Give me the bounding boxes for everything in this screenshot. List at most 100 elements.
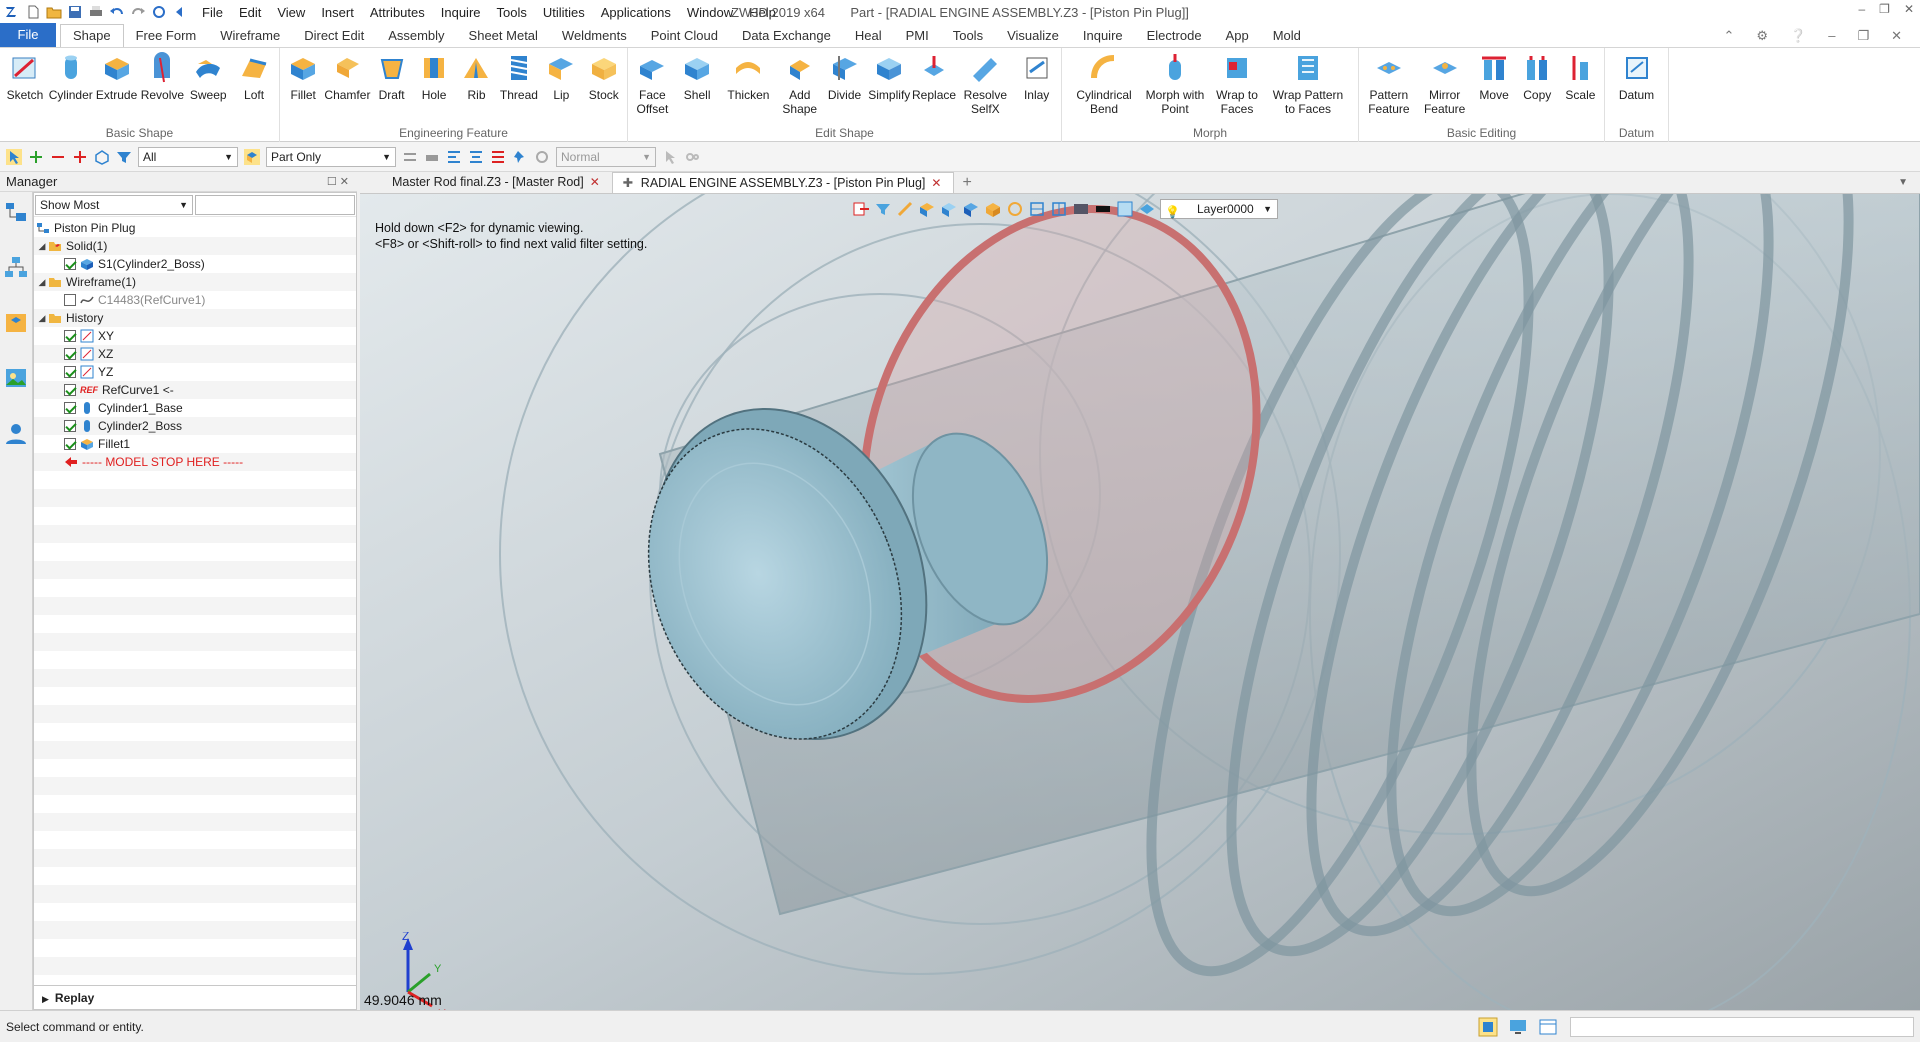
align-icon[interactable] [402, 149, 418, 165]
visibility-checkbox[interactable] [64, 402, 76, 414]
help-icon[interactable]: ❔ [1790, 28, 1806, 44]
tree-item-fillet[interactable]: Fillet1 [34, 435, 356, 453]
visibility-checkbox[interactable] [64, 384, 76, 396]
show-filter-select[interactable]: Show Most ▼ [35, 195, 193, 215]
tree-item-cylinder2[interactable]: Cylinder2_Boss [34, 417, 356, 435]
tree-item-plane-yz[interactable]: YZ [34, 363, 356, 381]
collapse-icon[interactable]: ◢ [36, 273, 48, 291]
visibility-checkbox[interactable] [64, 420, 76, 432]
add-plus-icon[interactable] [28, 149, 44, 165]
visibility-checkbox[interactable] [64, 348, 76, 360]
tab-app[interactable]: App [1214, 25, 1261, 47]
shaded-icon[interactable] [940, 200, 958, 218]
command-input[interactable] [1570, 1017, 1914, 1037]
tab-inquire[interactable]: Inquire [1071, 25, 1135, 47]
menu-file[interactable]: File [194, 5, 231, 20]
filter-view-icon[interactable] [874, 200, 892, 218]
tab-wireframe[interactable]: Wireframe [208, 25, 292, 47]
tab-electrode[interactable]: Electrode [1135, 25, 1214, 47]
3d-viewport[interactable]: Hold down <F2> for dynamic viewing. <F8>… [360, 194, 1920, 1010]
select-region-icon[interactable] [94, 149, 110, 165]
menu-window[interactable]: Window [679, 5, 741, 20]
gears-disabled-icon[interactable] [684, 149, 700, 165]
pin-tab-icon[interactable]: ✚ [623, 173, 633, 193]
visibility-checkbox[interactable] [64, 438, 76, 450]
mode-gear-icon[interactable] [534, 149, 550, 165]
toggle-selection-icon[interactable] [72, 149, 88, 165]
panel-pin-close-icon[interactable]: ☐ ✕ [327, 172, 349, 192]
app-logo-icon[interactable] [4, 4, 20, 20]
undo-icon[interactable] [109, 4, 125, 20]
visual-manager-icon[interactable] [3, 365, 29, 391]
collapse-icon[interactable]: ◢ [36, 309, 48, 327]
tab-assembly[interactable]: Assembly [376, 25, 456, 47]
cursor-disabled-icon[interactable] [662, 149, 678, 165]
tab-tools[interactable]: Tools [941, 25, 995, 47]
visibility-checkbox[interactable] [64, 330, 76, 342]
remove-minus-icon[interactable] [50, 149, 66, 165]
doc-tab-radial-engine[interactable]: ✚ RADIAL ENGINE ASSEMBLY.Z3 - [Piston Pi… [611, 172, 955, 193]
tree-item-history-folder[interactable]: ◢ History [34, 309, 356, 327]
visibility-checkbox[interactable] [64, 294, 76, 306]
menu-insert[interactable]: Insert [313, 5, 362, 20]
tree-item-plane-xy[interactable]: XY [34, 327, 356, 345]
menu-view[interactable]: View [269, 5, 313, 20]
visibility-checkbox[interactable] [64, 258, 76, 270]
tree-item-cylinder1[interactable]: Cylinder1_Base [34, 399, 356, 417]
view-cube-icon[interactable] [984, 200, 1002, 218]
print-icon[interactable] [88, 4, 104, 20]
tab-sheet-metal[interactable]: Sheet Metal [457, 25, 550, 47]
settings-gear-icon[interactable]: ⚙ [1756, 28, 1768, 44]
clip-plane-icon[interactable] [1050, 200, 1068, 218]
tab-direct-edit[interactable]: Direct Edit [292, 25, 376, 47]
collapse-icon[interactable]: ◢ [36, 237, 48, 255]
window-layout-icon[interactable] [1538, 1017, 1558, 1037]
scope-icon[interactable] [244, 148, 260, 165]
scope-select[interactable]: Part Only ▼ [266, 146, 396, 167]
new-tab-icon[interactable]: + [954, 173, 979, 193]
tab-free-form[interactable]: Free Form [124, 25, 209, 47]
view-orientation-icon[interactable] [962, 200, 980, 218]
filter-icon[interactable] [116, 149, 132, 165]
section-icon[interactable] [1028, 200, 1046, 218]
tab-weldments[interactable]: Weldments [550, 25, 639, 47]
part-library-icon[interactable] [3, 310, 29, 336]
doc-close-icon[interactable]: ✕ [1891, 28, 1902, 44]
transparency-icon[interactable] [1116, 200, 1134, 218]
tree-item-solid-folder[interactable]: ◢ Solid(1) [34, 237, 356, 255]
open-folder-icon[interactable] [46, 4, 62, 20]
background-color-icon[interactable] [1094, 200, 1112, 218]
mode-select[interactable]: Normal ▼ [556, 146, 656, 167]
menu-attributes[interactable]: Attributes [362, 5, 433, 20]
tab-data-exchange[interactable]: Data Exchange [730, 25, 843, 47]
tree-item-plane-xz[interactable]: XZ [34, 345, 356, 363]
tree-item-curve[interactable]: C14483(RefCurve1) [34, 291, 356, 309]
pick-arrow-icon[interactable] [6, 148, 22, 165]
tab-point-cloud[interactable]: Point Cloud [639, 25, 730, 47]
printer-small-icon[interactable] [424, 149, 440, 165]
lighting-icon[interactable] [1138, 200, 1156, 218]
doc-tab-master-rod[interactable]: Master Rod final.Z3 - [Master Rod] ✕ [360, 172, 612, 193]
tree-root[interactable]: Piston Pin Plug [34, 219, 356, 237]
layer-select[interactable]: 💡 Layer0000 ▼ [1160, 199, 1278, 219]
menu-applications[interactable]: Applications [593, 5, 679, 20]
snap-toggle-icon[interactable] [1478, 1017, 1498, 1037]
list-red-icon[interactable] [490, 149, 506, 165]
doc-restore-icon[interactable]: ❐ [1857, 28, 1869, 44]
user-manager-icon[interactable] [3, 420, 29, 446]
exit-icon[interactable] [852, 200, 870, 218]
tab-mold[interactable]: Mold [1261, 25, 1313, 47]
close-icon[interactable]: ✕ [1904, 2, 1914, 16]
back-arrow-icon[interactable] [172, 4, 188, 20]
tab-shape[interactable]: Shape [60, 24, 124, 47]
tab-heal[interactable]: Heal [843, 25, 894, 47]
save-icon[interactable] [67, 4, 83, 20]
monitor-icon[interactable] [1508, 1017, 1528, 1037]
assembly-manager-icon[interactable] [3, 255, 29, 281]
minimize-icon[interactable]: – [1858, 2, 1865, 16]
menu-inquire[interactable]: Inquire [433, 5, 489, 20]
redo-icon[interactable] [130, 4, 146, 20]
close-tab-icon[interactable]: ✕ [931, 176, 941, 190]
history-manager-icon[interactable] [3, 200, 29, 226]
tab-pmi[interactable]: PMI [894, 25, 941, 47]
